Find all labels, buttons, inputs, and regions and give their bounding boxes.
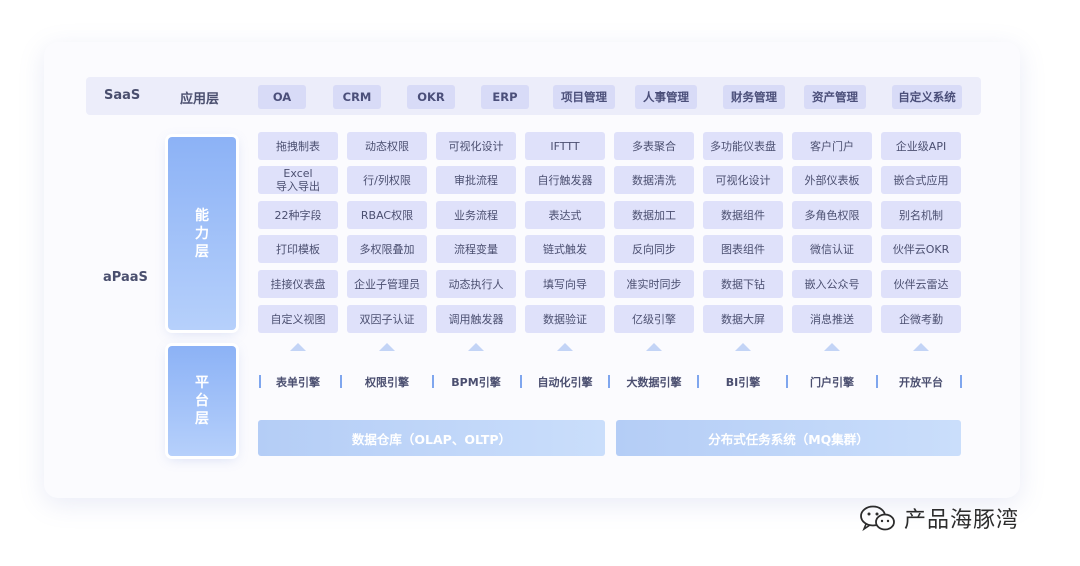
- capability-cell: 可视化设计: [436, 132, 516, 160]
- capability-cell: 行/列权限: [347, 166, 427, 194]
- application-layer-label: 应用层: [180, 92, 220, 107]
- capability-cell: 图表组件: [703, 235, 783, 263]
- engine-separator: [340, 375, 342, 388]
- capability-cell: 自定义视图: [258, 305, 338, 333]
- data-warehouse-bar: 数据仓库（OLAP、OLTP）: [258, 420, 605, 456]
- capability-cell: 企业子管理员: [347, 270, 427, 298]
- distributed-task-system-bar: 分布式任务系统（MQ集群）: [616, 420, 961, 456]
- capability-cell: 22种字段: [258, 201, 338, 229]
- engine-label: BPM引擎: [451, 376, 501, 389]
- capability-cell: 表达式: [525, 201, 605, 229]
- watermark: 产品海豚湾: [858, 502, 1019, 534]
- capability-cell: 数据加工: [614, 201, 694, 229]
- up-chevron-icon: [735, 343, 751, 351]
- up-chevron-icon: [824, 343, 840, 351]
- capability-cell: 反向同步: [614, 235, 694, 263]
- capability-cell: 数据组件: [703, 201, 783, 229]
- capability-cell: 数据清洗: [614, 166, 694, 194]
- saas-label: SaaS: [104, 88, 141, 103]
- capability-cell: 审批流程: [436, 166, 516, 194]
- capability-cell: 填写向导: [525, 270, 605, 298]
- capability-cell: 双因子认证: [347, 305, 427, 333]
- saas-item: OA: [258, 85, 306, 109]
- saas-item: 自定义系统: [892, 85, 962, 109]
- engine-separator: [697, 375, 699, 388]
- capability-cell: 数据验证: [525, 305, 605, 333]
- capability-cell: 动态执行人: [436, 270, 516, 298]
- engine-label: BI引擎: [725, 376, 761, 389]
- capability-cell: 微信认证: [792, 235, 872, 263]
- capability-cell: 多角色权限: [792, 201, 872, 229]
- capability-cell: 企微考勤: [881, 305, 961, 333]
- capability-cell: 拖拽制表: [258, 132, 338, 160]
- engine-separator: [876, 375, 878, 388]
- up-chevron-icon: [379, 343, 395, 351]
- engine-label: 开放平台: [899, 376, 943, 389]
- platform-layer-block: 平台层: [168, 346, 236, 456]
- watermark-text: 产品海豚湾: [904, 508, 1020, 533]
- capability-cell: 可视化设计: [703, 166, 783, 194]
- engine-separator: [960, 375, 962, 388]
- capability-cell: 挂接仪表盘: [258, 270, 338, 298]
- capability-cell: 链式触发: [525, 235, 605, 263]
- capability-cell: 消息推送: [792, 305, 872, 333]
- saas-item: CRM: [333, 85, 381, 109]
- engine-label: 门户引擎: [810, 376, 854, 389]
- capability-cell: 嵌合式应用: [881, 166, 961, 194]
- capability-cell: Excel 导入导出: [258, 166, 338, 194]
- capability-cell: 嵌入公众号: [792, 270, 872, 298]
- up-chevron-icon: [557, 343, 573, 351]
- capability-cell: RBAC权限: [347, 201, 427, 229]
- up-chevron-icon: [913, 343, 929, 351]
- engine-separator: [520, 375, 522, 388]
- saas-item: 人事管理: [635, 85, 697, 109]
- capability-cell: 客户门户: [792, 132, 872, 160]
- engine-separator: [608, 375, 610, 388]
- saas-item: OKR: [407, 85, 455, 109]
- wechat-icon: [860, 505, 895, 532]
- saas-item: 项目管理: [553, 85, 615, 109]
- capability-cell: 准实时同步: [614, 270, 694, 298]
- up-chevron-icon: [468, 343, 484, 351]
- engine-separator: [259, 375, 261, 388]
- capability-cell: 打印模板: [258, 235, 338, 263]
- up-chevron-icon: [646, 343, 662, 351]
- apaas-label: aPaaS: [103, 270, 148, 285]
- engine-separator: [432, 375, 434, 388]
- capability-cell: 企业级API: [881, 132, 961, 160]
- saas-item: 财务管理: [723, 85, 785, 109]
- capability-cell: 别名机制: [881, 201, 961, 229]
- capability-cell: 动态权限: [347, 132, 427, 160]
- up-chevron-icon: [290, 343, 306, 351]
- capability-cell: 多权限叠加: [347, 235, 427, 263]
- capability-cell: 调用触发器: [436, 305, 516, 333]
- platform-layer-label: 平台层: [195, 375, 209, 427]
- saas-item: 资产管理: [804, 85, 866, 109]
- saas-item: ERP: [481, 85, 529, 109]
- capability-cell: IFTTT: [525, 132, 605, 160]
- capability-cell: 数据下钻: [703, 270, 783, 298]
- capability-cell: 自行触发器: [525, 166, 605, 194]
- capability-cell: 伙伴云雷达: [881, 270, 961, 298]
- engine-label: 权限引擎: [365, 376, 409, 389]
- capability-cell: 伙伴云OKR: [881, 235, 961, 263]
- engine-separator: [786, 375, 788, 388]
- capability-layer-label: 能力层: [195, 207, 209, 260]
- capability-cell: 外部仪表板: [792, 166, 872, 194]
- capability-cell: 数据大屏: [703, 305, 783, 333]
- engine-label: 大数据引擎: [626, 376, 682, 389]
- capability-cell: 流程变量: [436, 235, 516, 263]
- capability-cell: 多表聚合: [614, 132, 694, 160]
- capability-cell: 多功能仪表盘: [703, 132, 783, 160]
- capability-cell: 业务流程: [436, 201, 516, 229]
- capability-cell: 亿级引擎: [614, 305, 694, 333]
- engine-label: 自动化引擎: [537, 376, 593, 389]
- capability-layer-block: 能力层: [168, 137, 236, 330]
- engine-label: 表单引擎: [276, 376, 320, 389]
